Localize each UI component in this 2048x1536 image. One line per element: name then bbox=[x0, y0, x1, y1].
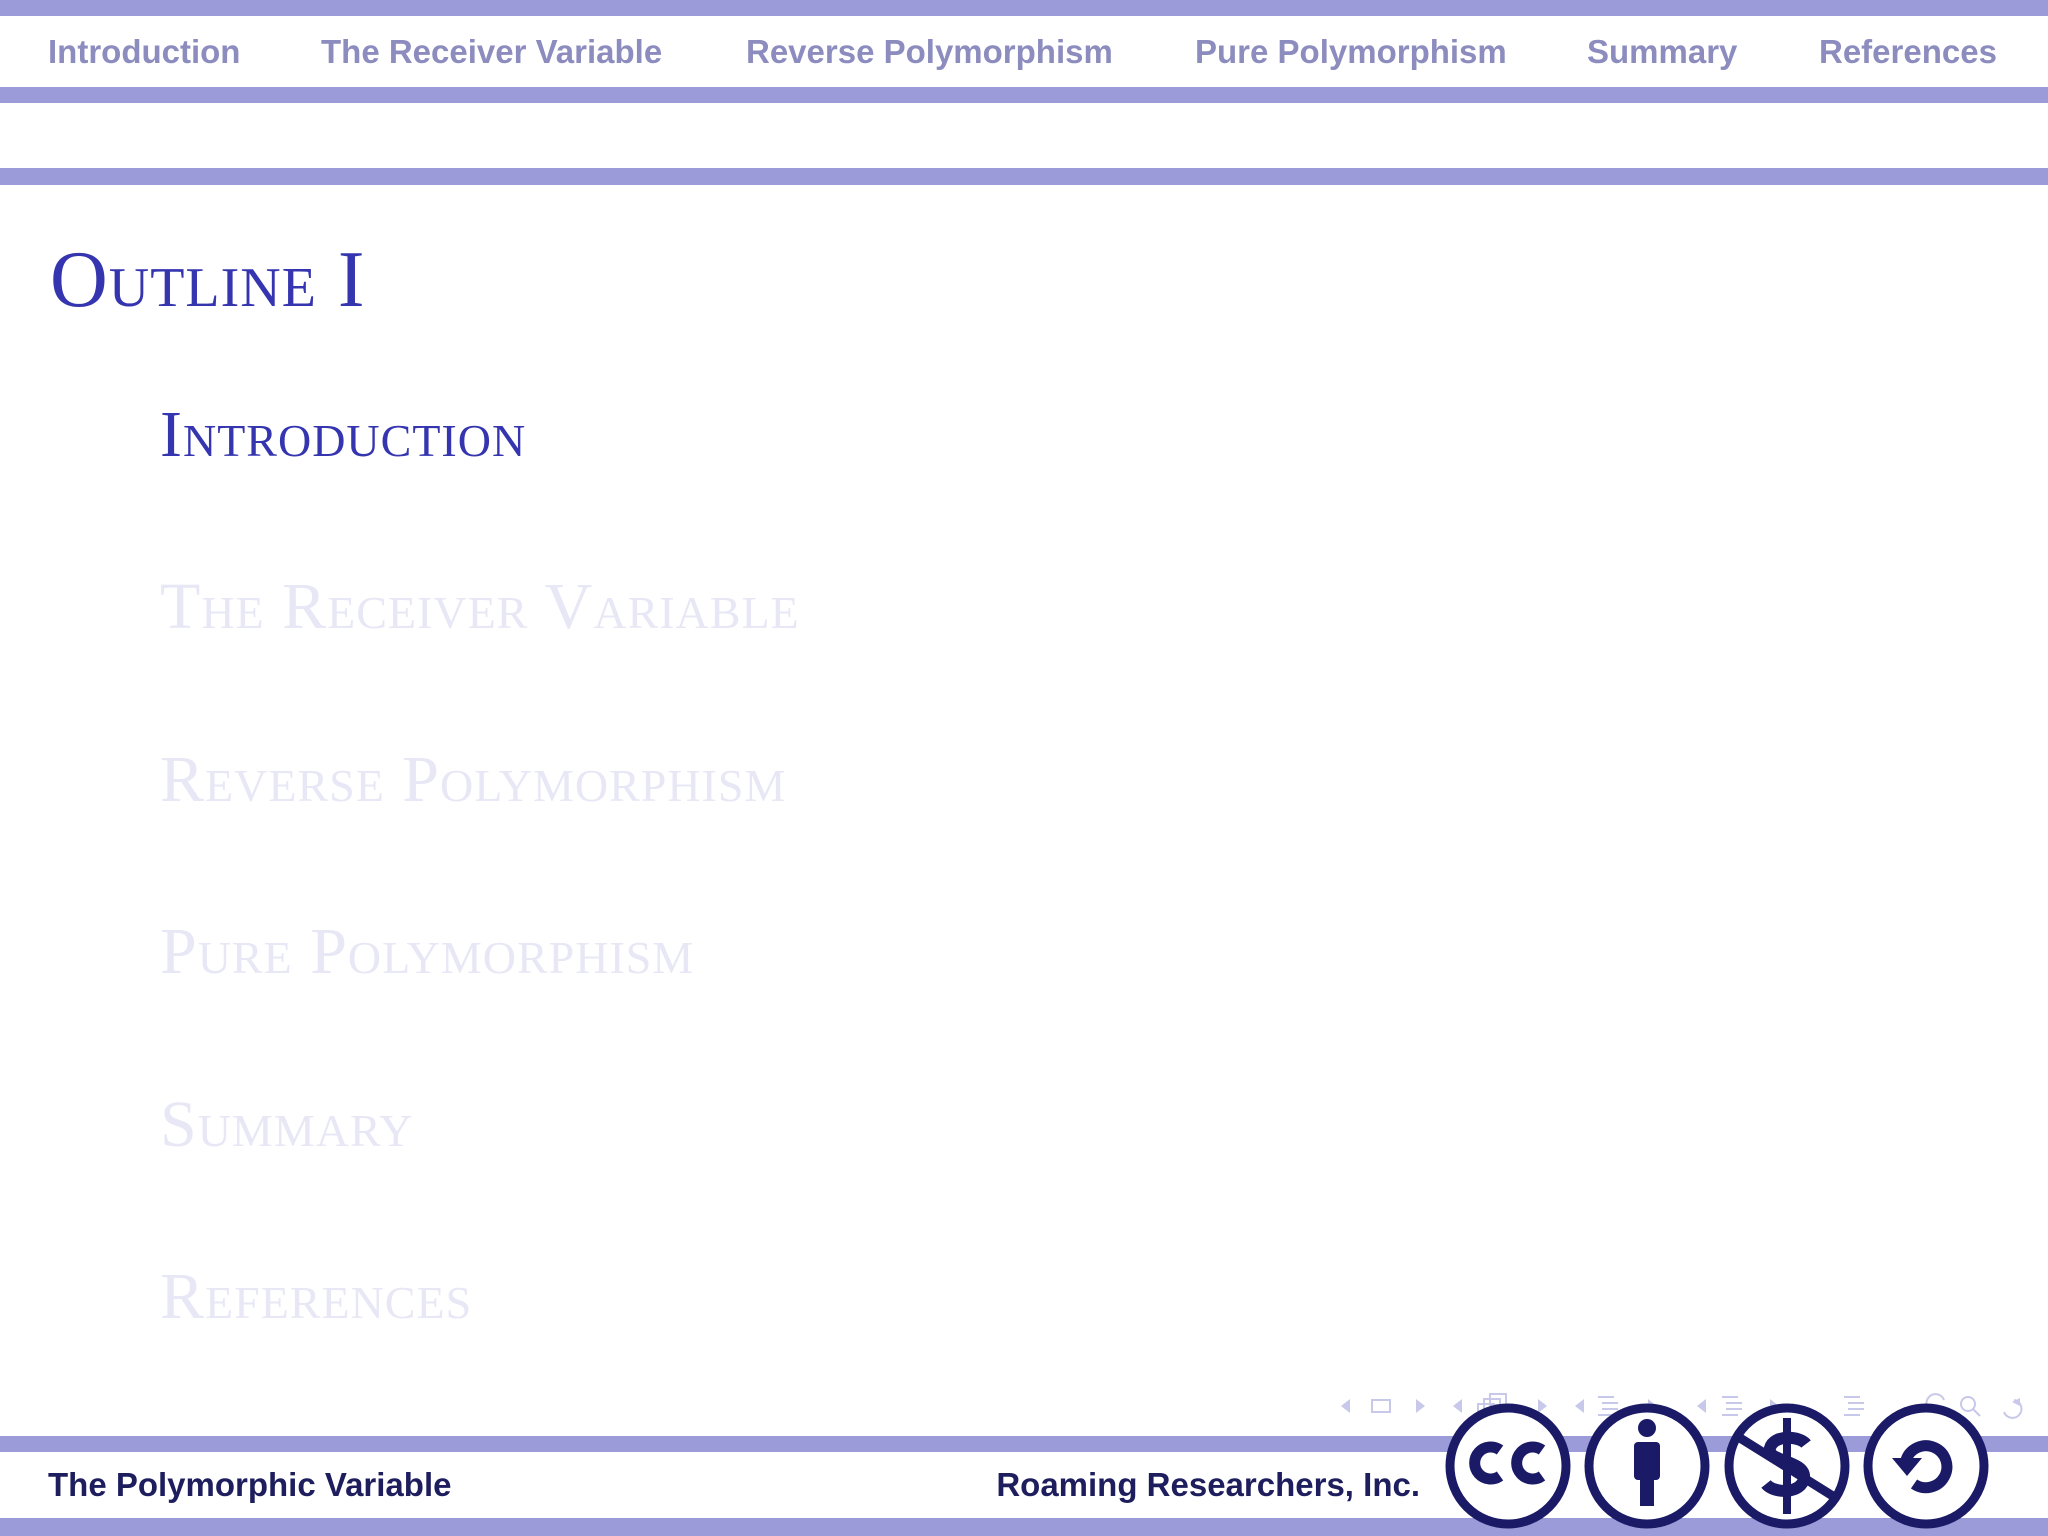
footer-title: The Polymorphic Variable bbox=[48, 1466, 452, 1503]
cc-icon bbox=[1445, 1403, 1571, 1529]
by-attribution-icon bbox=[1584, 1403, 1710, 1529]
nav-bottom-bar bbox=[0, 87, 2048, 103]
toc-item-summary[interactable]: Summary bbox=[160, 1085, 413, 1165]
frame-forward-icon[interactable] bbox=[1416, 1399, 1425, 1413]
subsection-bar bbox=[0, 168, 2048, 185]
share-alike-icon bbox=[1863, 1403, 1989, 1529]
nav-item-reverse-polymorphism[interactable]: Reverse Polymorphism bbox=[746, 16, 1113, 87]
toc-item-pure-polymorphism[interactable]: Pure Polymorphism bbox=[160, 912, 694, 992]
section-navigation: Introduction The Receiver Variable Rever… bbox=[0, 16, 2048, 87]
non-commercial-icon bbox=[1724, 1403, 1850, 1529]
toc-item-reverse-polymorphism[interactable]: Reverse Polymorphism bbox=[160, 740, 786, 820]
search-forward-icon[interactable] bbox=[2003, 1398, 2023, 1419]
nav-top-bar bbox=[0, 0, 2048, 16]
toc-item-references[interactable]: References bbox=[160, 1257, 472, 1337]
frame-title: Outline I bbox=[50, 236, 366, 324]
nav-item-references[interactable]: References bbox=[1819, 16, 1997, 87]
footer-institute: Roaming Researchers, Inc. bbox=[996, 1466, 1420, 1503]
frame-back-icon[interactable] bbox=[1341, 1399, 1350, 1413]
toc-item-introduction[interactable]: Introduction bbox=[160, 395, 526, 475]
license-badges bbox=[1445, 1403, 1989, 1529]
nav-item-pure-polymorphism[interactable]: Pure Polymorphism bbox=[1195, 16, 1507, 87]
nav-item-summary[interactable]: Summary bbox=[1587, 16, 1737, 87]
nav-item-receiver-variable[interactable]: The Receiver Variable bbox=[321, 16, 662, 87]
toc-item-receiver-variable[interactable]: The Receiver Variable bbox=[160, 567, 800, 647]
frame-icon[interactable] bbox=[1371, 1399, 1391, 1413]
nav-item-introduction[interactable]: Introduction bbox=[48, 16, 240, 87]
